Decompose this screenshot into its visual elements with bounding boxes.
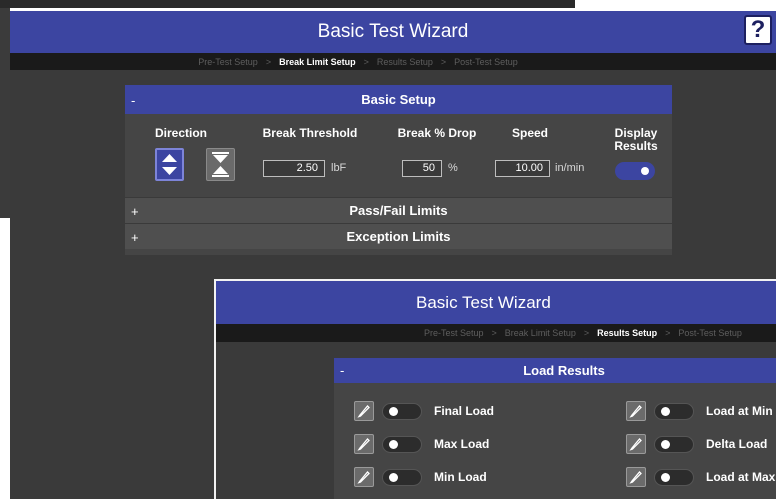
result-item-max-load: Max Load [354,434,489,454]
pass-fail-limits-section[interactable]: + Pass/Fail Limits [125,197,672,223]
expand-toggle[interactable]: + [131,204,139,219]
delta-load-toggle[interactable] [654,435,694,453]
result-label: Max Load [434,437,490,451]
wizard-title: Basic Test Wizard [416,292,551,312]
exception-limits-section[interactable]: + Exception Limits [125,223,672,249]
load-results-header[interactable]: - Load Results [334,358,776,383]
final-load-toggle[interactable] [382,402,422,420]
breadcrumb-separator: > [491,328,497,338]
speed-unit: in/min [555,162,585,174]
breadcrumb-break-limit-setup[interactable]: Break Limit Setup [505,328,576,338]
collapse-toggle[interactable]: - [131,93,135,108]
pencil-icon [629,405,642,418]
load-at-max-extension-toggle[interactable] [654,468,694,486]
breadcrumb-post-test-setup[interactable]: Post-Test Setup [678,328,742,338]
background-window-edge [0,8,10,218]
breadcrumb: Pre-Test Setup > Break Limit Setup > Res… [216,324,776,342]
result-label: Load at Max Extension [706,470,776,484]
help-button[interactable]: ? [744,15,772,45]
result-label: Delta Load [706,437,768,451]
breadcrumb-results-setup[interactable]: Results Setup [377,57,433,67]
edit-pencil-button[interactable] [354,401,374,421]
breadcrumb-separator: > [265,56,272,67]
basic-test-wizard-window-results: Basic Test Wizard Pre-Test Setup > Break… [214,279,776,499]
result-item-final-load: Final Load [354,401,494,421]
toggle-knob [661,439,670,449]
direction-compress-button[interactable] [206,148,235,181]
basic-setup-header[interactable]: - Basic Setup [125,85,672,114]
break-threshold-unit: lbF [331,162,347,174]
edit-pencil-button[interactable] [626,401,646,421]
result-item-delta-load: Delta Load [626,434,767,454]
breadcrumb-separator: > [363,56,369,67]
breadcrumb-break-limit-setup[interactable]: Break Limit Setup [279,57,356,67]
break-threshold-input[interactable]: 2.50 [263,160,325,177]
edit-pencil-button[interactable] [626,434,646,454]
collapse-toggle[interactable]: - [340,363,344,378]
breadcrumb-pre-test-setup[interactable]: Pre-Test Setup [424,328,484,338]
toggle-knob [389,439,398,449]
display-results-toggle[interactable] [615,162,655,180]
result-label: Min Load [434,470,487,484]
result-label: Load at Min Extension [706,404,776,418]
pencil-icon [629,471,642,484]
break-drop-unit: % [448,162,458,174]
break-drop-label: Break % Drop [397,126,477,140]
pencil-icon [357,405,370,418]
edit-pencil-button[interactable] [626,467,646,487]
toggle-knob [641,167,649,175]
breadcrumb: Pre-Test Setup > Break Limit Setup > Res… [10,53,776,70]
toggle-knob [389,406,398,416]
breadcrumb-separator: > [665,328,671,338]
wizard-title-bar: Basic Test Wizard ? [10,11,776,53]
direction-label: Direction [155,126,208,140]
pencil-icon [629,438,642,451]
result-item-load-at-max-extension: Load at Max Extension [626,467,776,487]
background-window-edge [0,0,575,8]
speed-input[interactable]: 10.00 [495,160,550,177]
load-results-panel: - Load Results Final Load Max Load Min L… [334,358,776,499]
speed-label: Speed [511,126,548,140]
result-item-min-load: Min Load [354,467,487,487]
break-drop-input[interactable]: 50 [402,160,442,177]
edit-pencil-button[interactable] [354,467,374,487]
pencil-icon [357,471,370,484]
result-label: Final Load [434,404,494,418]
breadcrumb-pre-test-setup[interactable]: Pre-Test Setup [198,57,258,67]
direction-converge-icon [212,152,229,177]
basic-setup-title: Basic Setup [361,92,436,107]
breadcrumb-results-setup[interactable]: Results Setup [597,328,657,338]
breadcrumb-separator: > [440,56,447,67]
wizard-title: Basic Test Wizard [317,21,469,42]
basic-setup-panel: - Basic Setup Direction Break Threshold … [125,85,672,255]
wizard-title-bar: Basic Test Wizard [216,281,776,324]
toggle-knob [389,472,398,482]
display-results-label: Display Results [614,126,658,153]
load-at-min-extension-toggle[interactable] [654,402,694,420]
toggle-knob [661,472,670,482]
direction-arrows-icon [162,154,177,175]
pencil-icon [357,438,370,451]
max-load-toggle[interactable] [382,435,422,453]
edit-pencil-button[interactable] [354,434,374,454]
breadcrumb-post-test-setup[interactable]: Post-Test Setup [454,57,518,67]
breadcrumb-separator: > [583,328,590,338]
load-results-title: Load Results [523,363,605,378]
min-load-toggle[interactable] [382,468,422,486]
expand-toggle[interactable]: + [131,230,139,245]
direction-expand-button[interactable] [155,148,184,181]
pass-fail-limits-title: Pass/Fail Limits [349,203,448,218]
exception-limits-title: Exception Limits [346,229,451,244]
result-item-load-at-min-extension: Load at Min Extension [626,401,776,421]
break-threshold-label: Break Threshold [262,126,358,140]
toggle-knob [661,406,670,416]
